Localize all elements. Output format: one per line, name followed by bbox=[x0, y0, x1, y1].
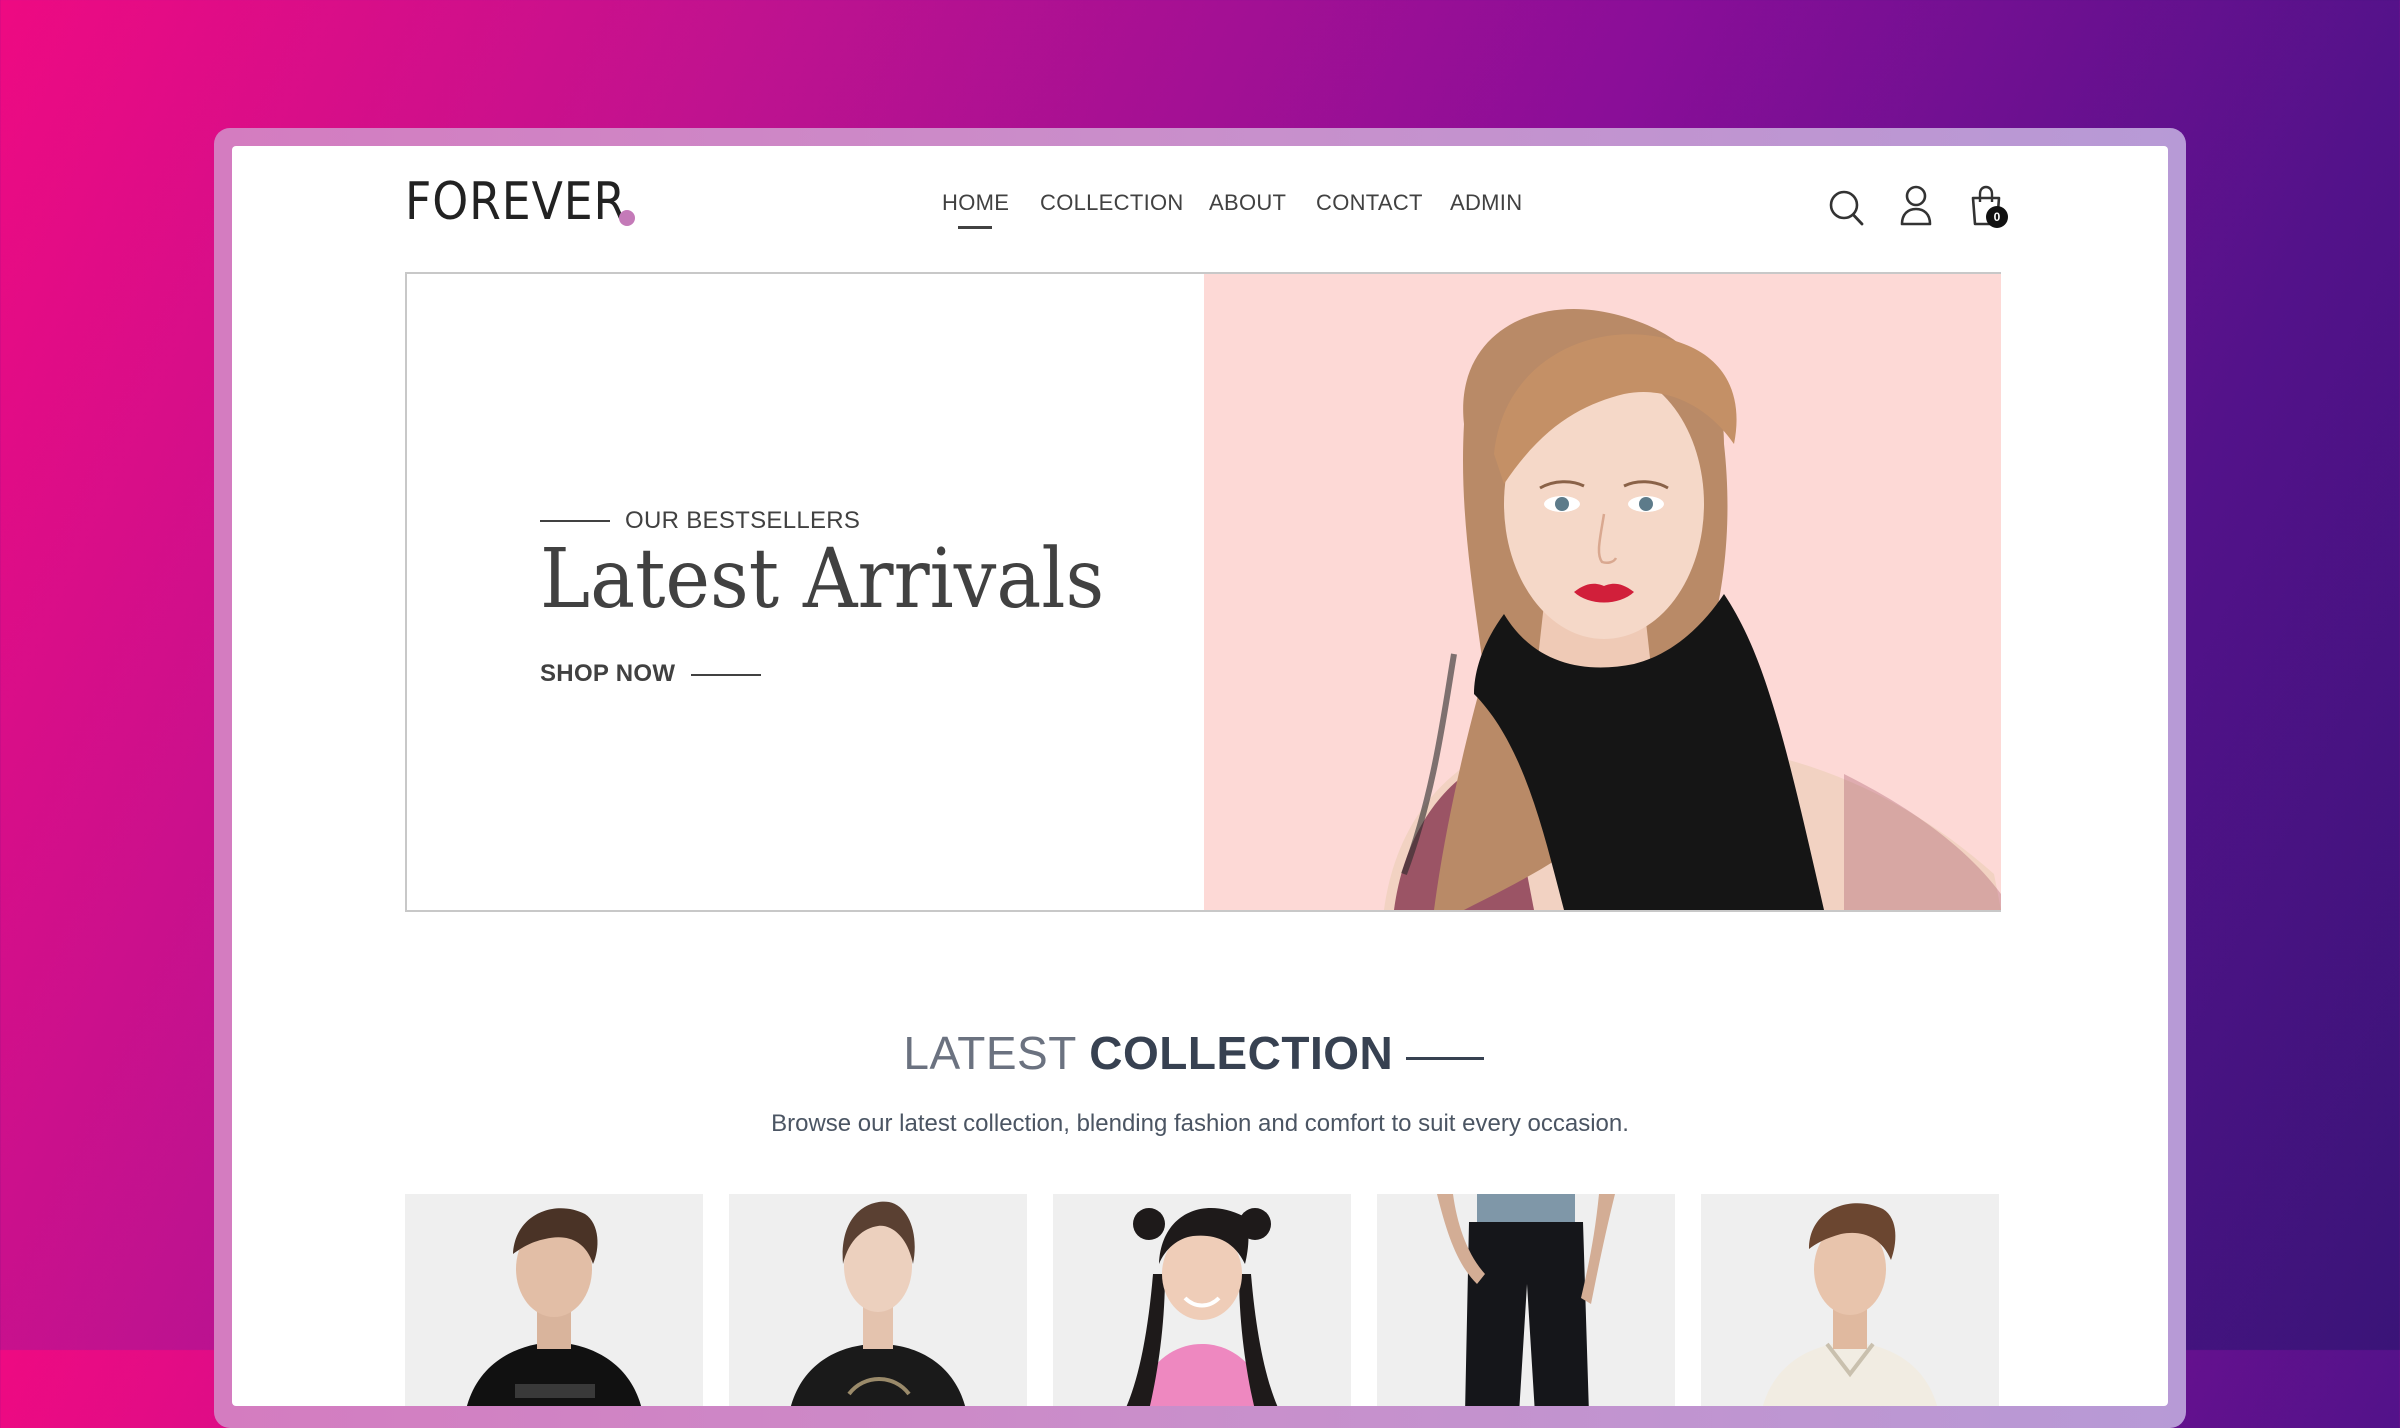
latest-collection-subtitle: Browse our latest collection, blending f… bbox=[771, 1110, 1629, 1137]
product-grid bbox=[405, 1194, 2005, 1406]
eyebrow-line bbox=[540, 520, 610, 522]
product-image-man-black-jeans bbox=[1437, 1194, 1615, 1406]
title-bold: COLLECTION bbox=[1089, 1027, 1394, 1079]
nav-item-contact[interactable]: CONTACT bbox=[1316, 190, 1423, 216]
title-light: LATEST bbox=[903, 1027, 1077, 1079]
search-icon[interactable] bbox=[1828, 188, 1866, 228]
user-icon[interactable] bbox=[1898, 184, 1934, 228]
product-card[interactable] bbox=[1377, 1194, 1675, 1406]
product-card[interactable] bbox=[1053, 1194, 1351, 1406]
active-nav-indicator bbox=[958, 226, 992, 229]
hero-text-panel: OUR BESTSELLERS Latest Arrivals SHOP NOW bbox=[407, 274, 1204, 910]
product-image-man-cream-shirt bbox=[1763, 1203, 1937, 1406]
nav-item-collection[interactable]: COLLECTION bbox=[1040, 190, 1184, 216]
cart-count-badge: 0 bbox=[1986, 206, 2008, 228]
hero-image bbox=[1204, 274, 2001, 910]
product-card[interactable] bbox=[405, 1194, 703, 1406]
product-image-girl-pink-top bbox=[1126, 1207, 1278, 1406]
nav-item-admin[interactable]: ADMIN bbox=[1450, 190, 1522, 216]
nav-item-home[interactable]: HOME bbox=[942, 190, 1009, 216]
shop-now-line bbox=[691, 674, 761, 676]
storefront-page: FOREVER HOME COLLECTION ABOUT CONTACT AD… bbox=[232, 146, 2168, 1406]
nav-item-about[interactable]: ABOUT bbox=[1209, 190, 1286, 216]
hero-eyebrow: OUR BESTSELLERS bbox=[625, 507, 861, 534]
product-image-woman-black-sweatshirt bbox=[791, 1201, 965, 1406]
model-portrait-image bbox=[1384, 308, 2001, 910]
product-card[interactable] bbox=[729, 1194, 1027, 1406]
product-image-man-black-tshirt bbox=[467, 1208, 641, 1406]
brand-logo[interactable]: FOREVER bbox=[405, 172, 626, 232]
latest-collection-title: LATEST COLLECTION bbox=[232, 1026, 2168, 1080]
hero-banner: OUR BESTSELLERS Latest Arrivals SHOP NOW bbox=[405, 272, 2001, 912]
title-line bbox=[1406, 1057, 1484, 1060]
hero-title: Latest Arrivals bbox=[540, 532, 1105, 627]
shop-now-link[interactable]: SHOP NOW bbox=[540, 660, 675, 688]
logo-dot bbox=[619, 210, 635, 226]
product-card[interactable] bbox=[1701, 1194, 1999, 1406]
